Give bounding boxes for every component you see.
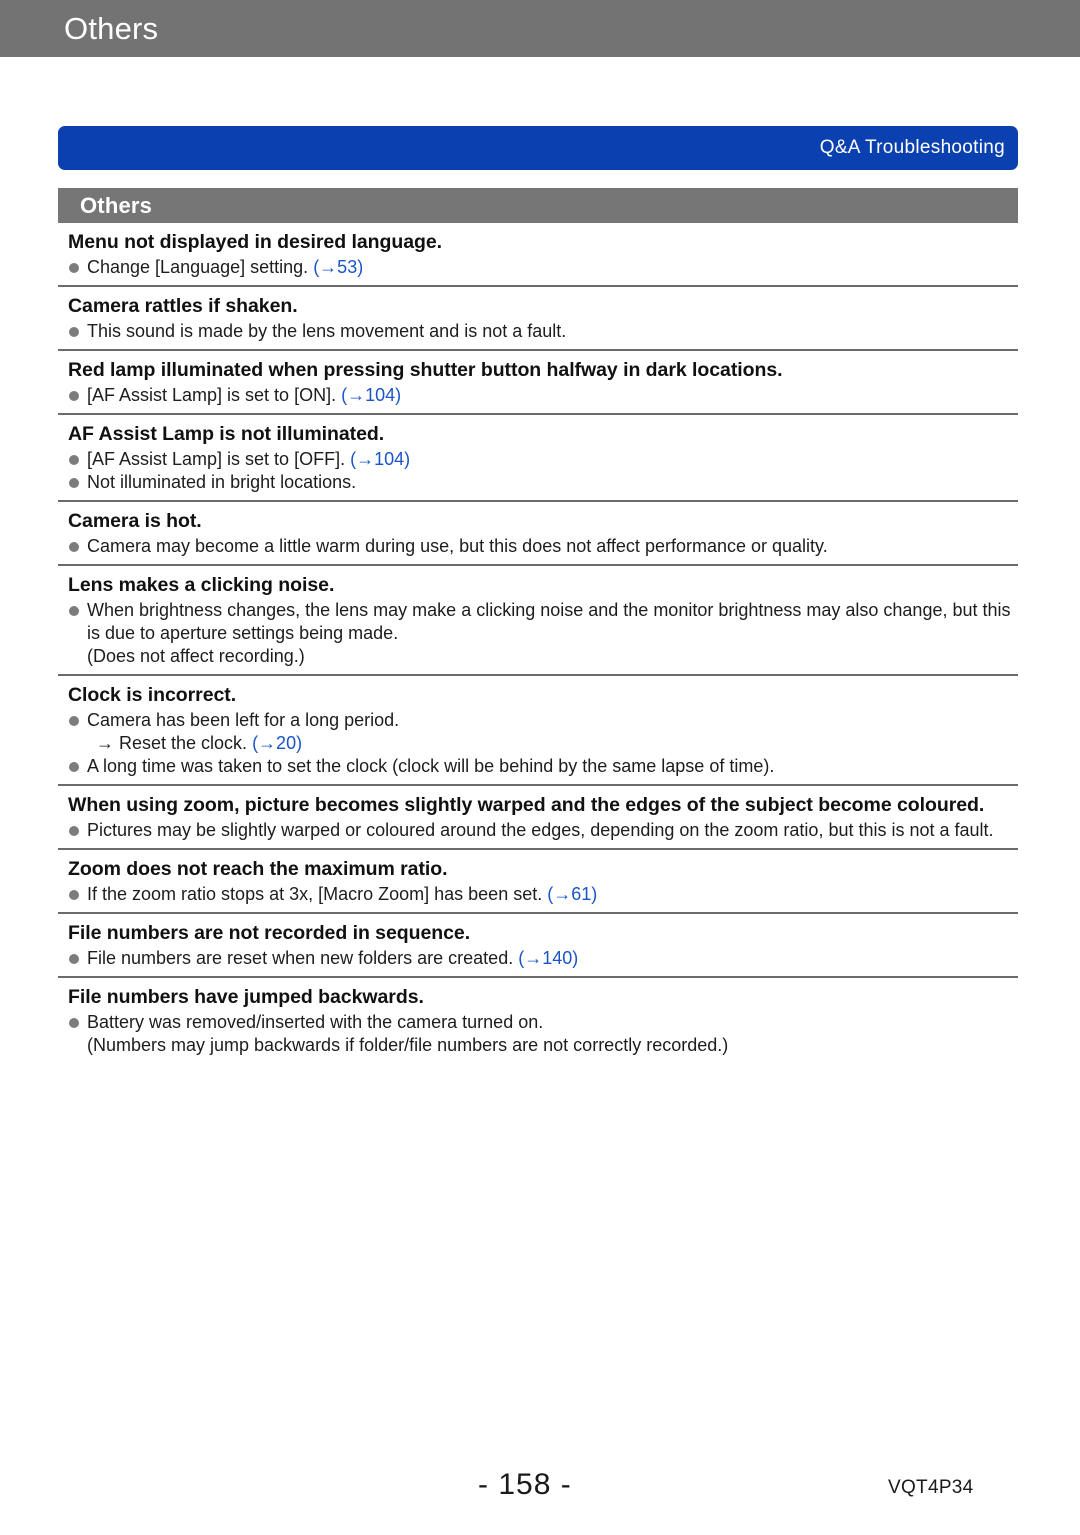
qa-answer-list: When brightness changes, the lens may ma… <box>58 599 1018 668</box>
qa-answer: A long time was taken to set the clock (… <box>68 755 1018 778</box>
qa-entry: Camera rattles if shaken. This sound is m… <box>58 287 1018 352</box>
qa-answer-sub-line: → Reset the clock. (→20) <box>87 732 1018 755</box>
qa-answer-text: File numbers are reset when new folders … <box>87 947 519 968</box>
qa-answer-list: Pictures may be slightly warped or colou… <box>58 819 1018 842</box>
qa-answer-text: A long time was taken to set the clock (… <box>87 755 775 776</box>
bullet-icon <box>69 715 79 726</box>
qa-answer: [AF Assist Lamp] is set to [OFF]. (→104) <box>68 448 1018 471</box>
bullet-icon <box>69 761 79 772</box>
qa-answer-list: [AF Assist Lamp] is set to [OFF]. (→104)… <box>58 448 1018 494</box>
qa-answer: If the zoom ratio stops at 3x, [Macro Zo… <box>68 883 1018 906</box>
qa-entry: Menu not displayed in desired language. C… <box>58 223 1018 288</box>
page-reference-link[interactable]: (→20) <box>252 733 302 753</box>
qa-answer-text: Camera has been left for a long period. <box>87 709 400 730</box>
bullet-icon <box>69 391 79 402</box>
qa-answer-text: Camera may become a little warm during u… <box>87 536 828 557</box>
qa-entry: Red lamp illuminated when pressing shutt… <box>58 351 1018 416</box>
qa-answer: Camera may become a little warm during u… <box>68 535 1018 558</box>
bullet-icon <box>69 542 79 553</box>
qa-answer: This sound is made by the lens movement … <box>68 320 1018 343</box>
bullet-icon <box>69 455 79 466</box>
qa-answer: When brightness changes, the lens may ma… <box>68 599 1018 668</box>
qa-answer: Pictures may be slightly warped or colou… <box>68 819 1018 842</box>
qa-answer-text: This sound is made by the lens movement … <box>87 321 567 342</box>
page-content: Q&A Troubleshooting Others Menu not disp… <box>58 126 1018 1063</box>
qa-answer-text: [AF Assist Lamp] is set to [ON]. <box>87 385 342 406</box>
qa-answer-text: When brightness changes, the lens may ma… <box>87 600 1011 644</box>
bullet-icon <box>69 606 79 617</box>
qa-question: Menu not displayed in desired language. <box>68 231 443 253</box>
qa-question: AF Assist Lamp is not illuminated. <box>68 423 385 446</box>
qa-answer-list: This sound is made by the lens movement … <box>58 320 1018 343</box>
qa-answer-text: [AF Assist Lamp] is set to [OFF]. <box>87 449 351 470</box>
page-footer: - 158 - VQT4P34 <box>0 1468 1080 1508</box>
qa-answer: Change [Language] setting. (→53) <box>68 256 1018 279</box>
qa-answer: Camera has been left for a long period. →… <box>68 709 1018 755</box>
qa-entry: File numbers have jumped backwards. Batte… <box>58 978 1018 1063</box>
qa-entry: When using zoom, picture becomes slightl… <box>58 786 1018 850</box>
page-reference-link[interactable]: (→104) <box>341 385 401 405</box>
qa-entry: Lens makes a clicking noise. When brightn… <box>58 566 1018 676</box>
bullet-icon <box>69 953 79 964</box>
qa-troubleshooting-banner: Q&A Troubleshooting <box>58 126 1018 170</box>
qa-answer-list: Camera has been left for a long period. →… <box>58 709 1018 778</box>
qa-answer-text: Battery was removed/inserted with the ca… <box>87 1011 544 1032</box>
qa-question: File numbers are not recorded in sequenc… <box>68 921 471 944</box>
qa-answer-text: Pictures may be slightly warped or colou… <box>87 819 994 840</box>
qa-answer-extra-line: (Numbers may jump backwards if folder/fi… <box>87 1034 729 1055</box>
qa-question: Clock is incorrect. <box>68 683 237 706</box>
qa-answer-text: Not illuminated in bright locations. <box>87 472 357 493</box>
footer-page-number: - 158 - <box>478 1468 572 1501</box>
qa-entry: Zoom does not reach the maximum ratio. If… <box>58 850 1018 914</box>
bullet-icon <box>69 889 79 900</box>
qa-answer: File numbers are reset when new folders … <box>68 947 1018 970</box>
qa-question: Camera rattles if shaken. <box>68 295 298 318</box>
bullet-icon <box>69 478 79 489</box>
qa-question: Camera is hot. <box>68 509 202 532</box>
qa-entry: AF Assist Lamp is not illuminated. [AF As… <box>58 415 1018 502</box>
banner-label: Q&A Troubleshooting <box>819 137 1005 158</box>
page-reference-link[interactable]: (→104) <box>350 449 410 469</box>
qa-question: Lens makes a clicking noise. <box>68 574 335 597</box>
page-reference-link[interactable]: (→53) <box>313 257 363 277</box>
page-reference-link[interactable]: (→61) <box>547 884 597 904</box>
qa-answer-list: Battery was removed/inserted with the ca… <box>58 1011 1018 1057</box>
qa-answer-list: Camera may become a little warm during u… <box>58 535 1018 558</box>
bullet-icon <box>69 1017 79 1028</box>
qa-entry: Camera is hot. Camera may become a little… <box>58 502 1018 567</box>
qa-answer-text: If the zoom ratio stops at 3x, [Macro Zo… <box>87 883 548 904</box>
page-header-title: Others <box>64 10 159 46</box>
qa-answer: Battery was removed/inserted with the ca… <box>68 1011 1018 1057</box>
qa-answer-text: Change [Language] setting. <box>87 257 314 278</box>
qa-answer-list: [AF Assist Lamp] is set to [ON]. (→104) <box>58 384 1018 407</box>
qa-answer-extra-line: (Does not affect recording.) <box>87 645 305 666</box>
bullet-icon <box>69 327 79 338</box>
section-header-others: Others <box>58 188 1018 223</box>
qa-question: Red lamp illuminated when pressing shutt… <box>68 359 783 382</box>
qa-entry: File numbers are not recorded in sequenc… <box>58 914 1018 978</box>
footer-document-code: VQT4P34 <box>888 1477 974 1498</box>
bullet-icon <box>69 825 79 836</box>
qa-entry: Clock is incorrect. Camera has been left … <box>58 676 1018 786</box>
page-header: Others <box>0 0 1080 57</box>
page-reference-link[interactable]: (→140) <box>518 948 578 968</box>
qa-answer-list: If the zoom ratio stops at 3x, [Macro Zo… <box>58 883 1018 906</box>
qa-question: Zoom does not reach the maximum ratio. <box>68 857 448 880</box>
qa-entry-list: Menu not displayed in desired language. C… <box>58 223 1018 1063</box>
qa-answer-sub-text: → Reset the clock. <box>96 732 253 753</box>
qa-answer-list: Change [Language] setting. (→53) <box>58 256 1018 279</box>
qa-question: When using zoom, picture becomes slightl… <box>68 793 985 816</box>
qa-question: File numbers have jumped backwards. <box>68 985 424 1008</box>
qa-answer: Not illuminated in bright locations. <box>68 471 1018 494</box>
qa-answer: [AF Assist Lamp] is set to [ON]. (→104) <box>68 384 1018 407</box>
bullet-icon <box>69 263 79 274</box>
section-title: Others <box>80 192 153 218</box>
qa-answer-list: File numbers are reset when new folders … <box>58 947 1018 970</box>
